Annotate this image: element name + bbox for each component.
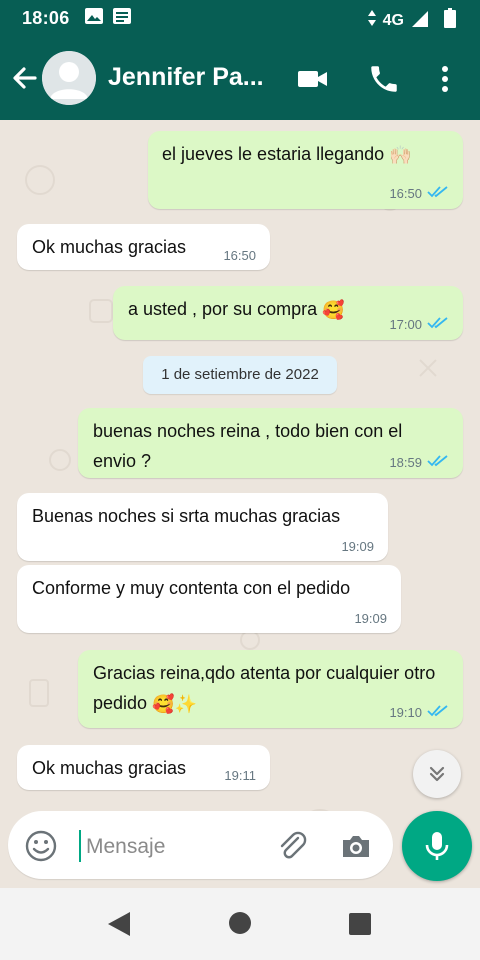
- data-arrows-icon: [367, 9, 377, 32]
- emoji: 🥰: [322, 300, 345, 321]
- contact-avatar[interactable]: [42, 51, 96, 105]
- message-bubble-incoming[interactable]: Ok muchas gracias 19:11: [17, 745, 270, 790]
- message-text: Ok muchas gracias: [32, 758, 187, 778]
- battery-icon: [444, 8, 456, 33]
- video-call-icon[interactable]: [296, 62, 330, 96]
- camera-icon[interactable]: [339, 829, 373, 863]
- double-chevron-down-icon: [425, 762, 449, 791]
- nav-back-icon[interactable]: [106, 910, 132, 943]
- emoji: 🙌🏻: [389, 145, 412, 166]
- message-time: 19:10: [389, 705, 422, 720]
- message-bubble-outgoing[interactable]: a usted , por su compra 🥰 17:00: [113, 286, 463, 340]
- message-text: a usted , por su compra: [128, 299, 318, 319]
- system-navigation-bar: [0, 888, 480, 960]
- scroll-to-bottom-button[interactable]: [413, 750, 461, 798]
- microphone-icon: [424, 830, 450, 867]
- more-options-icon[interactable]: [430, 62, 460, 96]
- message-time: 19:11: [224, 768, 256, 783]
- message-time: 17:00: [389, 317, 422, 332]
- signal-icon: [410, 8, 430, 33]
- gallery-notification-icon: [84, 7, 104, 30]
- read-ticks-icon: [427, 316, 449, 334]
- voice-record-button[interactable]: [402, 811, 472, 881]
- network-type: 4G: [382, 11, 404, 29]
- chat-area[interactable]: el jueves le estaria llegando 🙌🏻 16:50 O…: [0, 120, 480, 890]
- date-separator: 1 de setiembre de 2022: [143, 356, 337, 394]
- message-time: 18:59: [389, 455, 422, 470]
- message-bubble-incoming[interactable]: Ok muchas gracias 16:50: [17, 224, 270, 270]
- message-bubble-outgoing[interactable]: el jueves le estaria llegando 🙌🏻 16:50: [148, 131, 463, 209]
- message-time: 19:09: [341, 539, 374, 554]
- text-cursor: [79, 830, 81, 862]
- emoji: 🥰✨: [152, 694, 197, 715]
- message-time: 16:50: [223, 248, 256, 263]
- chat-header: Jennifer Pa...: [0, 36, 480, 120]
- message-text: Gracias reina,qdo atenta por cualquier o…: [93, 663, 436, 713]
- news-notification-icon: [112, 7, 132, 30]
- nav-recents-icon[interactable]: [348, 912, 372, 941]
- message-text: Conforme y muy contenta con el pedido: [32, 578, 351, 598]
- status-bar: 18:06 4G: [0, 0, 480, 36]
- message-time: 19:09: [354, 611, 387, 626]
- contact-name[interactable]: Jennifer Pa...: [108, 63, 264, 92]
- message-bubble-outgoing[interactable]: buenas noches reina , todo bien con el e…: [78, 408, 463, 478]
- back-arrow-icon[interactable]: [10, 63, 40, 93]
- message-time: 16:50: [389, 186, 422, 201]
- message-bubble-incoming[interactable]: Conforme y muy contenta con el pedido 19…: [17, 565, 401, 633]
- status-time: 18:06: [22, 7, 70, 28]
- attach-paperclip-icon[interactable]: [274, 828, 310, 864]
- read-ticks-icon: [427, 704, 449, 722]
- emoji-picker-icon[interactable]: [24, 829, 58, 863]
- message-bubble-incoming[interactable]: Buenas noches si srta muchas gracias 19:…: [17, 493, 388, 561]
- nav-home-icon[interactable]: [228, 911, 252, 940]
- message-text: Buenas noches si srta muchas gracias: [32, 506, 341, 526]
- message-composer: [8, 811, 393, 879]
- message-input[interactable]: [84, 829, 278, 865]
- read-ticks-icon: [427, 185, 449, 203]
- read-ticks-icon: [427, 454, 449, 472]
- message-text: Ok muchas gracias: [32, 237, 187, 257]
- voice-call-icon[interactable]: [367, 62, 401, 96]
- message-bubble-outgoing[interactable]: Gracias reina,qdo atenta por cualquier o…: [78, 650, 463, 728]
- message-text: el jueves le estaria llegando: [162, 144, 385, 164]
